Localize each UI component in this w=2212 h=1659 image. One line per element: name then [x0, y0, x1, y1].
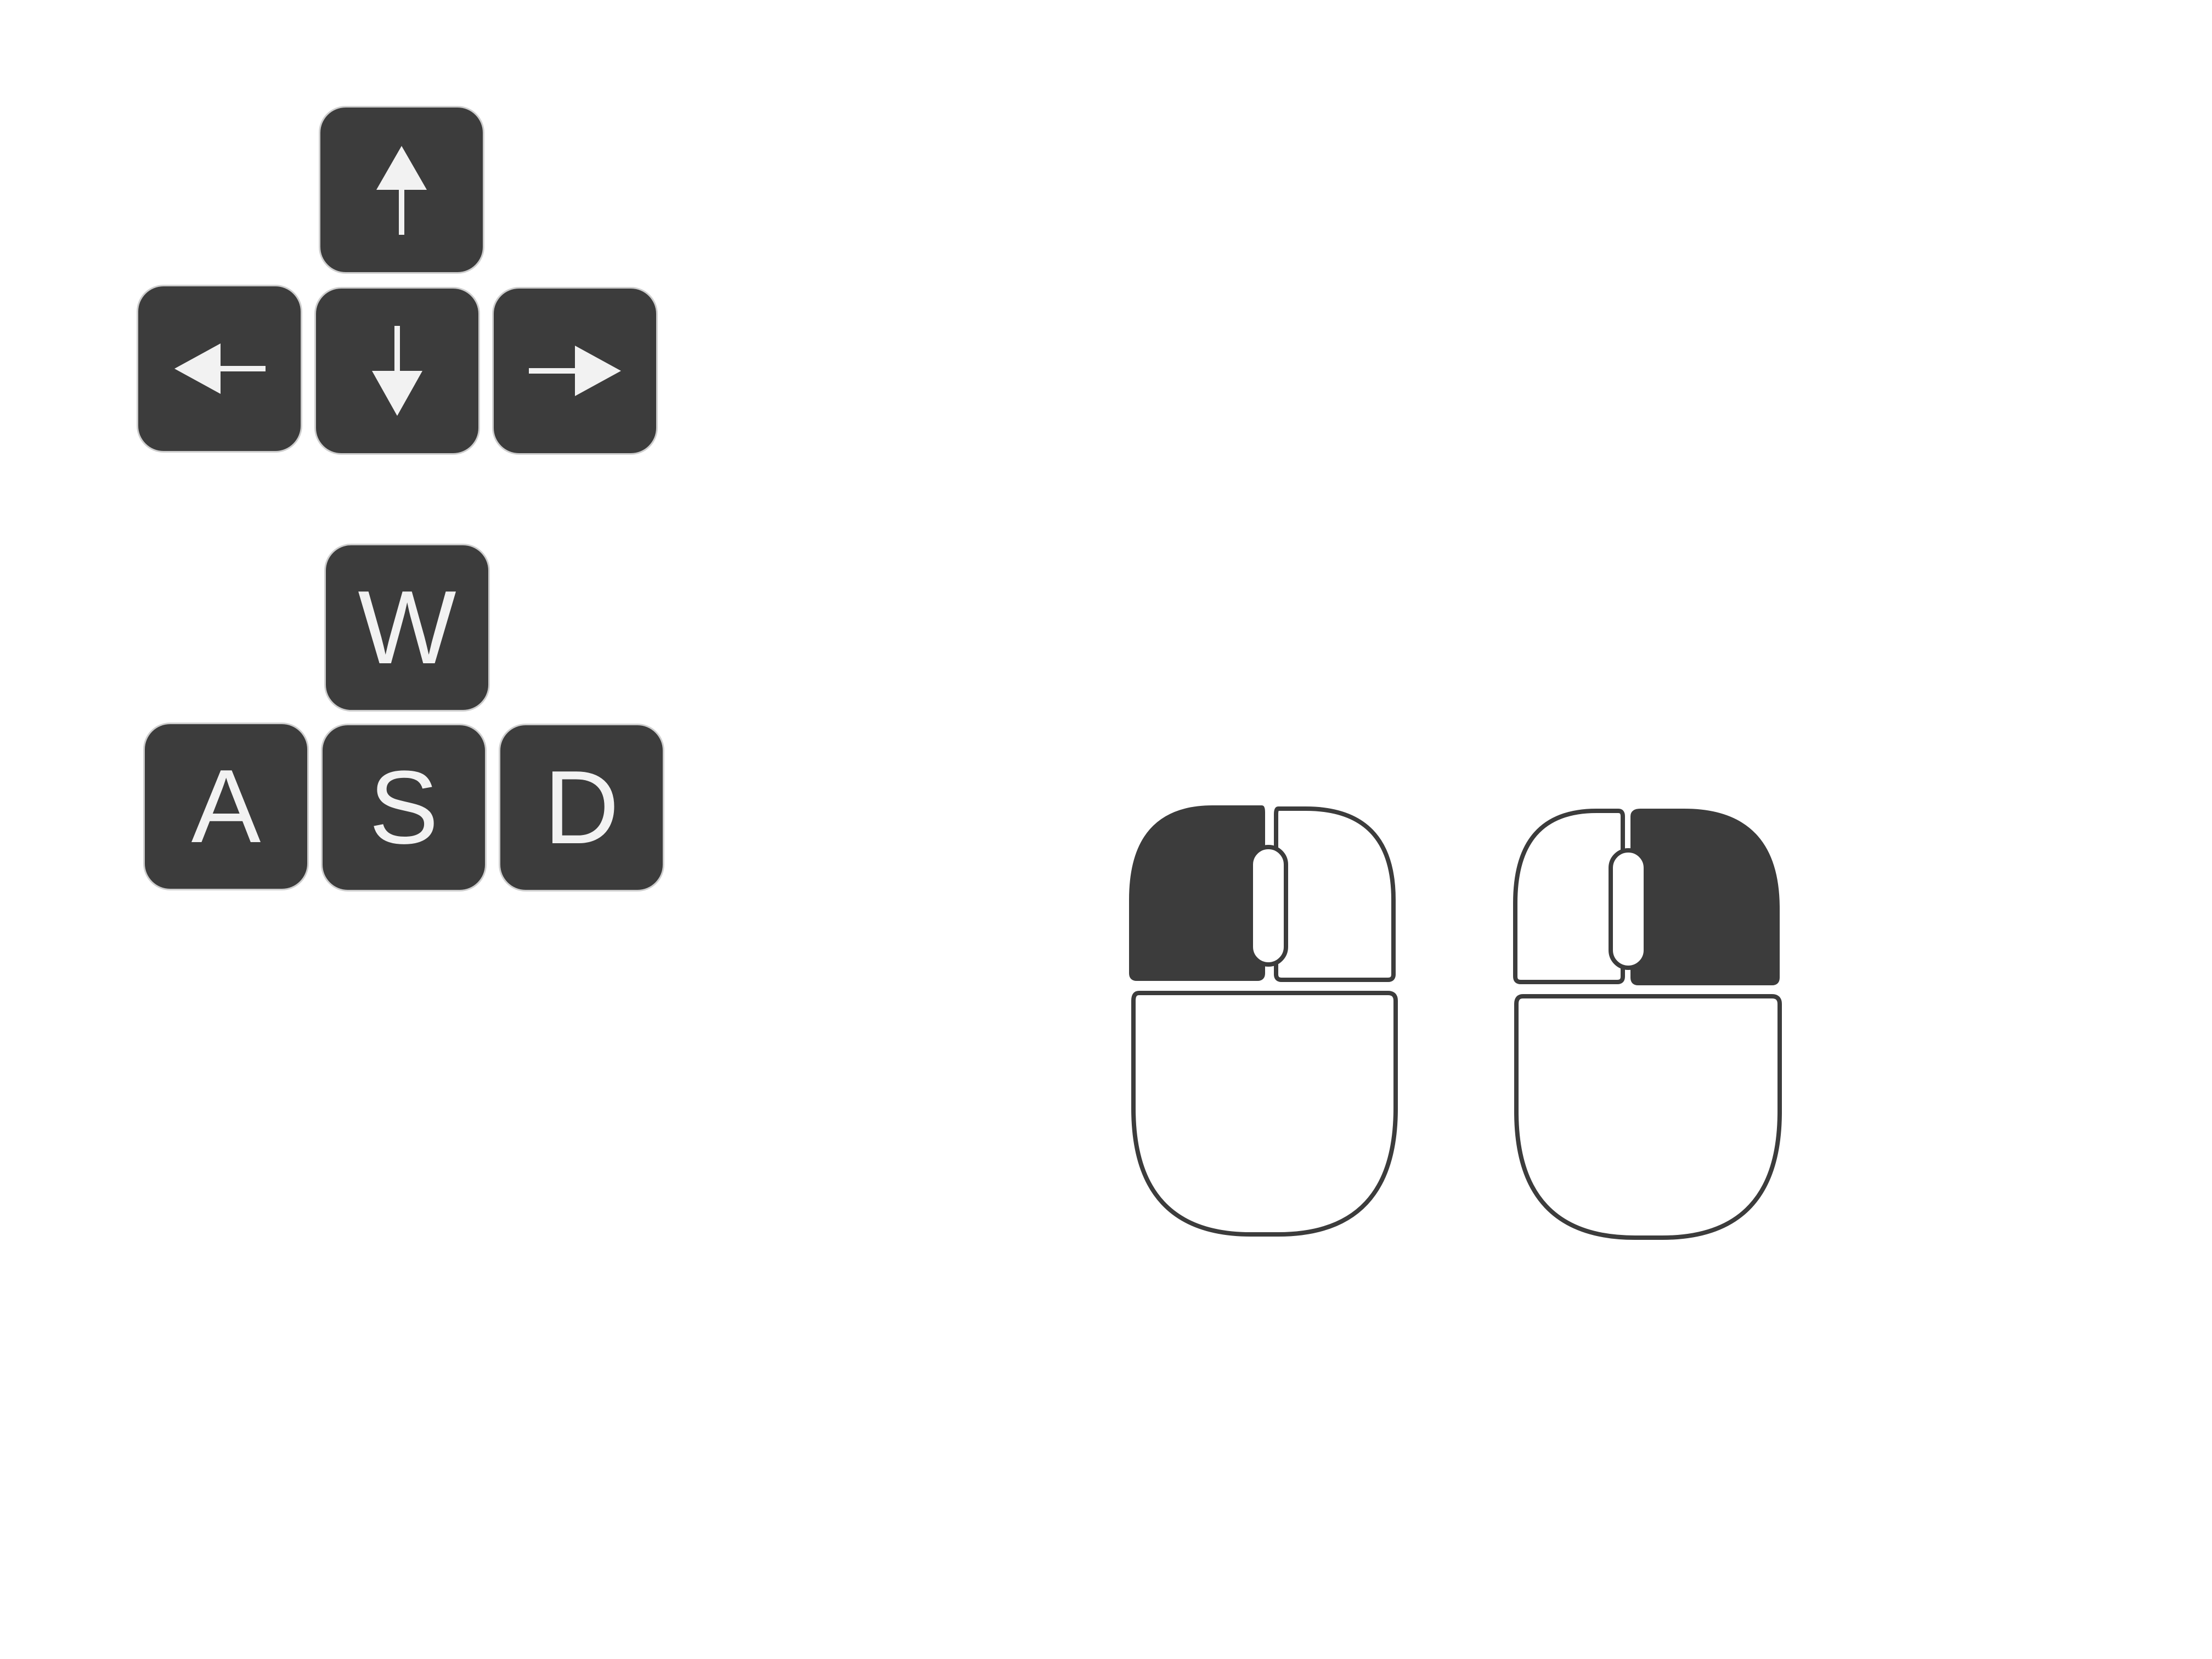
arrow-right-icon: [529, 346, 621, 396]
w-key: W: [326, 545, 488, 710]
arrow-down-key: [316, 289, 478, 453]
a-key-label: A: [191, 748, 261, 865]
arrow-right-key: [494, 289, 656, 453]
d-key-label: D: [544, 749, 619, 866]
arrow-down-icon: [372, 326, 422, 416]
s-key: S: [323, 725, 485, 890]
arrow-up-key: [320, 108, 483, 272]
arrow-left-icon: [174, 343, 266, 394]
w-key-label: W: [358, 569, 456, 686]
mouse-left-click-icon: [1129, 805, 1398, 1237]
arrow-up-icon: [376, 146, 427, 235]
mouse-pair: [1129, 805, 1782, 1240]
mouse-right-click-icon: [1513, 809, 1782, 1240]
d-key: D: [500, 725, 663, 890]
a-key: A: [145, 724, 307, 889]
arrow-left-key: [138, 286, 301, 451]
controls-illustration: W A S D: [0, 0, 2212, 1659]
s-key-label: S: [369, 749, 439, 866]
